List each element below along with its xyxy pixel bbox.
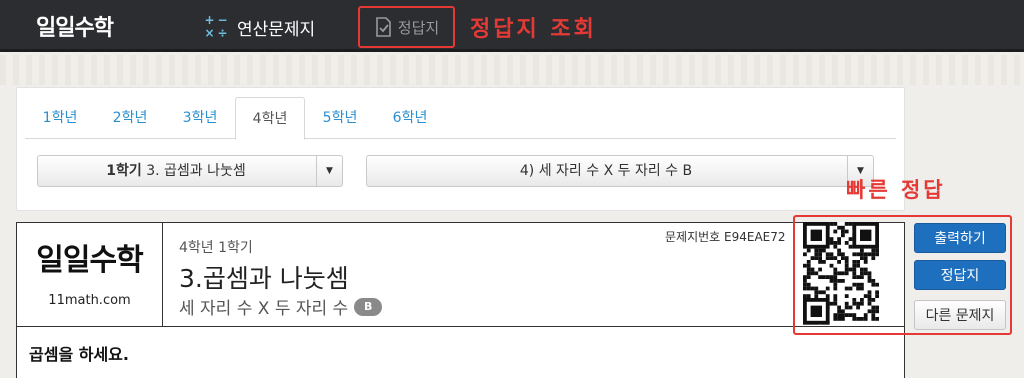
annotation-quick-answer: 빠른 정답: [846, 178, 946, 202]
topic-value: 4) 세 자리 수 X 두 자리 수 B: [519, 163, 693, 179]
worksheet-header: 일일수학 11math.com 4학년 1학기 3.곱셈과 나눗셈 세 자리 수…: [17, 223, 904, 327]
semester-unit-value: 1학기 3. 곱셈과 나눗셈: [106, 163, 246, 179]
tab-grade-2[interactable]: 2학년: [95, 97, 165, 139]
unit-title: 3.곱셈과 나눗셈: [179, 264, 349, 293]
worksheet-number: 문제지번호 E94EAE72: [665, 230, 786, 244]
instruction-text: 곱셈을 하세요.: [29, 345, 129, 364]
tab-grade-6[interactable]: 6학년: [375, 97, 445, 139]
level-badge: B: [354, 297, 383, 316]
tab-grade-5[interactable]: 5학년: [305, 97, 375, 139]
nav-arithmetic-worksheets[interactable]: + − × ÷ 연산문제지: [203, 14, 315, 40]
answer-sheet-button[interactable]: 정답지: [914, 260, 1006, 290]
nav-arithmetic-label: 연산문제지: [237, 19, 316, 40]
grade-semester-text: 4학년 1학기: [179, 240, 253, 256]
worksheet-site-url: 11math.com: [48, 293, 131, 308]
worksheet: 일일수학 11math.com 4학년 1학기 3.곱셈과 나눗셈 세 자리 수…: [16, 222, 905, 378]
topic-select[interactable]: 4) 세 자리 수 X 두 자리 수 B ▼: [366, 155, 874, 187]
document-check-icon: [375, 17, 391, 37]
tab-grade-1[interactable]: 1학년: [25, 97, 95, 139]
chevron-down-icon: ▼: [316, 156, 342, 186]
paper-texture-divider: [0, 55, 1024, 85]
calculator-symbols-icon: + − × ÷: [204, 13, 228, 40]
nav-answer-sheet[interactable]: 정답지: [358, 6, 455, 48]
topic-subtitle: 세 자리 수 X 두 자리 수 B: [179, 294, 383, 319]
other-worksheet-button[interactable]: 다른 문제지: [914, 300, 1006, 330]
worksheet-logo-text: 일일수학: [36, 243, 143, 278]
tab-grade-4[interactable]: 4학년: [235, 97, 305, 140]
tab-grade-3[interactable]: 3학년: [165, 97, 235, 139]
worksheet-logo: 일일수학 11math.com: [17, 223, 163, 327]
semester-unit-select[interactable]: 1학기 3. 곱셈과 나눗셈 ▼: [37, 155, 343, 187]
print-button[interactable]: 출력하기: [914, 223, 1006, 253]
topic-subtitle-text: 세 자리 수 X 두 자리 수: [179, 299, 349, 319]
nav-answer-label: 정답지: [397, 18, 440, 37]
annotation-answer-lookup: 정답지 조회: [470, 17, 597, 42]
grade-tabs: 1학년 2학년 3학년 4학년 5학년 6학년: [25, 97, 896, 140]
site-logo[interactable]: 일일수학: [36, 10, 114, 42]
qr-code-icon[interactable]: [803, 222, 879, 326]
grade-selection-card: 1학년 2학년 3학년 4학년 5학년 6학년 1학기 3. 곱셈과 나눗셈 ▼…: [16, 87, 905, 211]
